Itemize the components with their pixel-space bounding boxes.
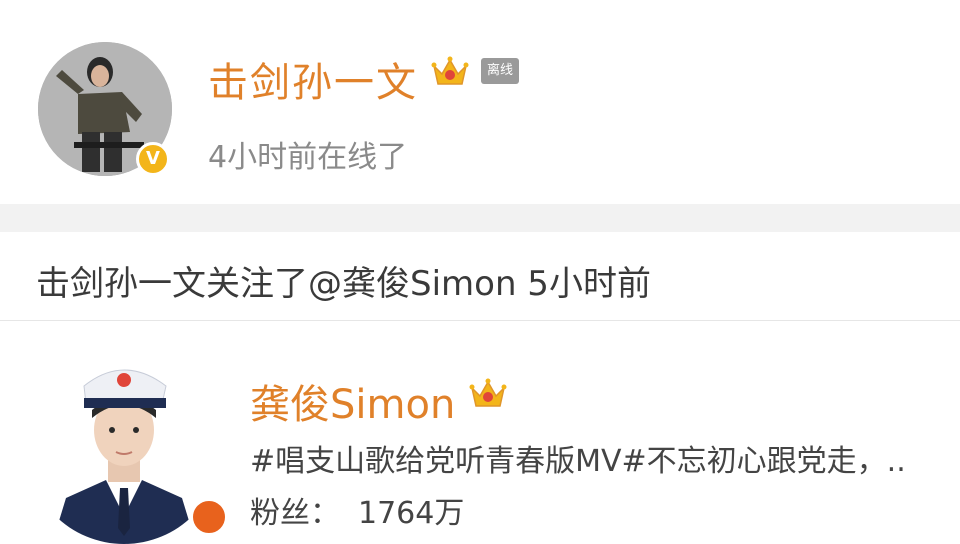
profile-name[interactable]: 击剑孙一文 — [208, 50, 418, 108]
section-separator — [0, 204, 960, 232]
divider — [0, 320, 960, 321]
vip-crown-icon — [431, 56, 469, 85]
verified-v-icon: V — [136, 142, 170, 176]
followed-user-fans: 粉丝： 1764万 — [250, 488, 464, 532]
verified-v-icon — [190, 498, 228, 536]
activity-text[interactable]: 击剑孙一文关注了@龚俊Simon 5小时前 — [36, 256, 651, 305]
followed-user-description: #唱支山歌给党听青春版MV#不忘初心跟党走，.. — [250, 444, 906, 479]
fans-label: 粉丝： — [250, 496, 340, 531]
followed-user-name[interactable]: 龚俊Simon — [250, 372, 455, 430]
last-online-text: 4小时前在线了 — [208, 140, 408, 175]
profile-header: V 击剑孙一文 离线 4小时前在线了 — [0, 0, 960, 200]
vip-crown-icon — [469, 378, 507, 407]
fans-count: 1764万 — [358, 496, 465, 531]
offline-status-badge: 离线 — [481, 58, 519, 84]
